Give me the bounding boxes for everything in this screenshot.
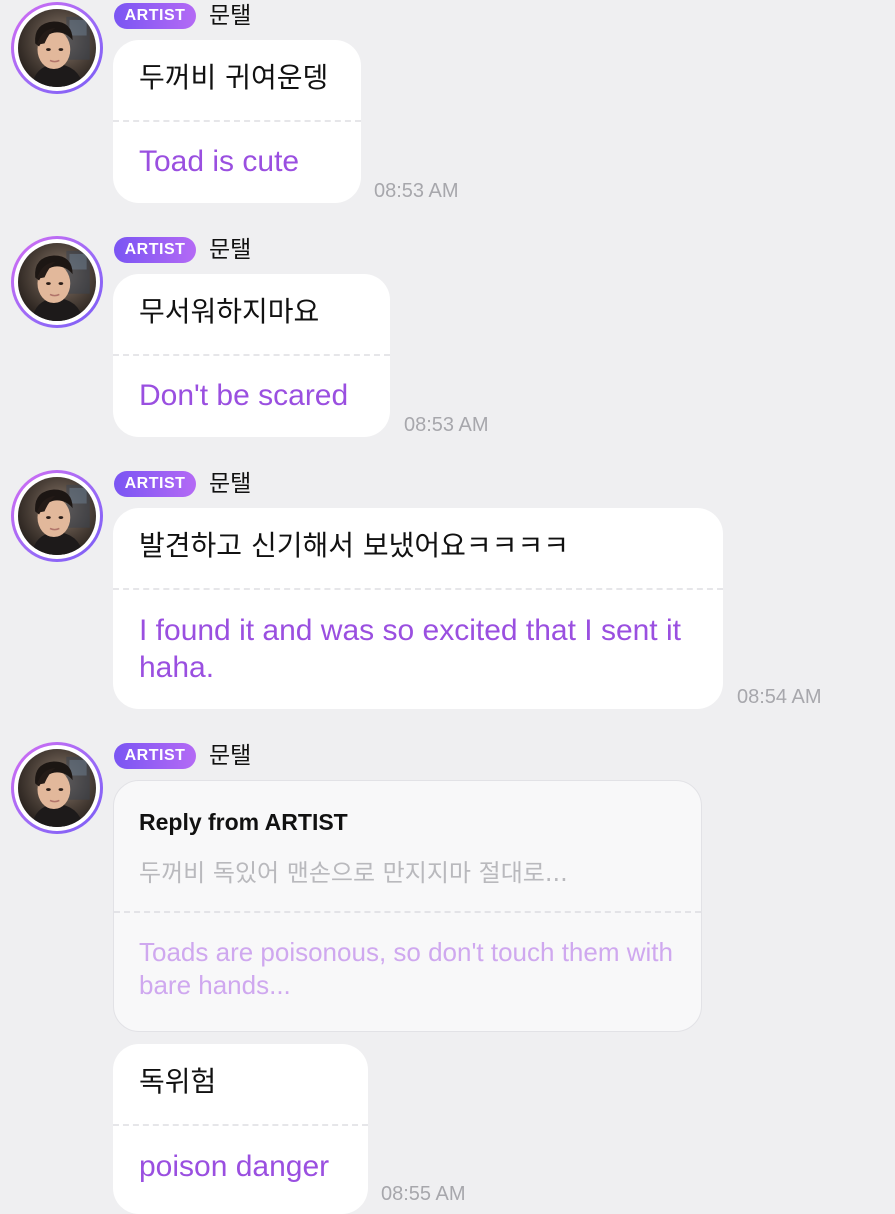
- avatar-frame: [14, 239, 100, 325]
- bubble-divider: [113, 120, 361, 122]
- message-timestamp: 08:54 AM: [737, 686, 822, 708]
- reply-title: Reply from ARTIST: [139, 809, 348, 835]
- avatar-frame: [14, 5, 100, 91]
- artist-badge: ARTIST: [114, 3, 196, 29]
- message-korean-text: 두꺼비 귀여운뎅: [139, 61, 329, 94]
- sender-avatar[interactable]: [11, 236, 103, 328]
- sender-name[interactable]: 문탤: [209, 741, 251, 771]
- sender-name[interactable]: 문탤: [209, 1, 251, 31]
- message-bubble[interactable]: 두꺼비 귀여운뎅 Toad is cute: [113, 40, 361, 203]
- avatar-frame: [14, 745, 100, 831]
- reply-translation-text: Toads are poisonous, so don't touch them…: [139, 937, 673, 1000]
- quoted-reply-card[interactable]: Reply from ARTIST 두꺼비 독있어 맨손으로 만지지마 절대로.…: [113, 780, 702, 1032]
- message-bubble[interactable]: 발견하고 신기해서 보냈어요ㅋㅋㅋㅋ I found it and was so…: [113, 508, 723, 709]
- message-bubble[interactable]: 무서워하지마요 Don't be scared: [113, 274, 390, 437]
- reply-divider: [114, 911, 701, 913]
- profile-photo-icon: [18, 749, 96, 827]
- message-timestamp: 08:55 AM: [381, 1183, 466, 1205]
- message-korean-text: 독위험: [139, 1065, 217, 1098]
- reply-korean-text: 두꺼비 독있어 맨손으로 만지지마 절대로...: [139, 859, 568, 887]
- artist-badge: ARTIST: [114, 471, 196, 497]
- message-timestamp: 08:53 AM: [404, 414, 489, 436]
- profile-photo-icon: [18, 477, 96, 555]
- avatar-frame: [14, 473, 100, 559]
- sender-name[interactable]: 문탤: [209, 469, 251, 499]
- artist-badge: ARTIST: [114, 743, 196, 769]
- message-timestamp: 08:53 AM: [374, 180, 459, 202]
- bubble-divider: [113, 354, 390, 356]
- profile-photo-icon: [18, 9, 96, 87]
- sender-name[interactable]: 문탤: [209, 235, 251, 265]
- sender-avatar[interactable]: [11, 742, 103, 834]
- message-korean-text: 무서워하지마요: [139, 295, 320, 328]
- sender-avatar[interactable]: [11, 470, 103, 562]
- sender-avatar[interactable]: [11, 2, 103, 94]
- message-translation-text: poison danger: [139, 1150, 330, 1183]
- artist-badge: ARTIST: [114, 237, 196, 263]
- message-translation-text: Don't be scared: [139, 379, 349, 412]
- message-korean-text: 발견하고 신기해서 보냈어요ㅋㅋㅋㅋ: [139, 529, 569, 562]
- message-translation-text: I found it and was so excited that I sen…: [139, 614, 681, 684]
- message-translation-text: Toad is cute: [139, 145, 300, 178]
- bubble-divider: [113, 1124, 368, 1126]
- message-bubble[interactable]: 독위험 poison danger: [113, 1044, 368, 1214]
- bubble-divider: [113, 588, 723, 590]
- profile-photo-icon: [18, 243, 96, 321]
